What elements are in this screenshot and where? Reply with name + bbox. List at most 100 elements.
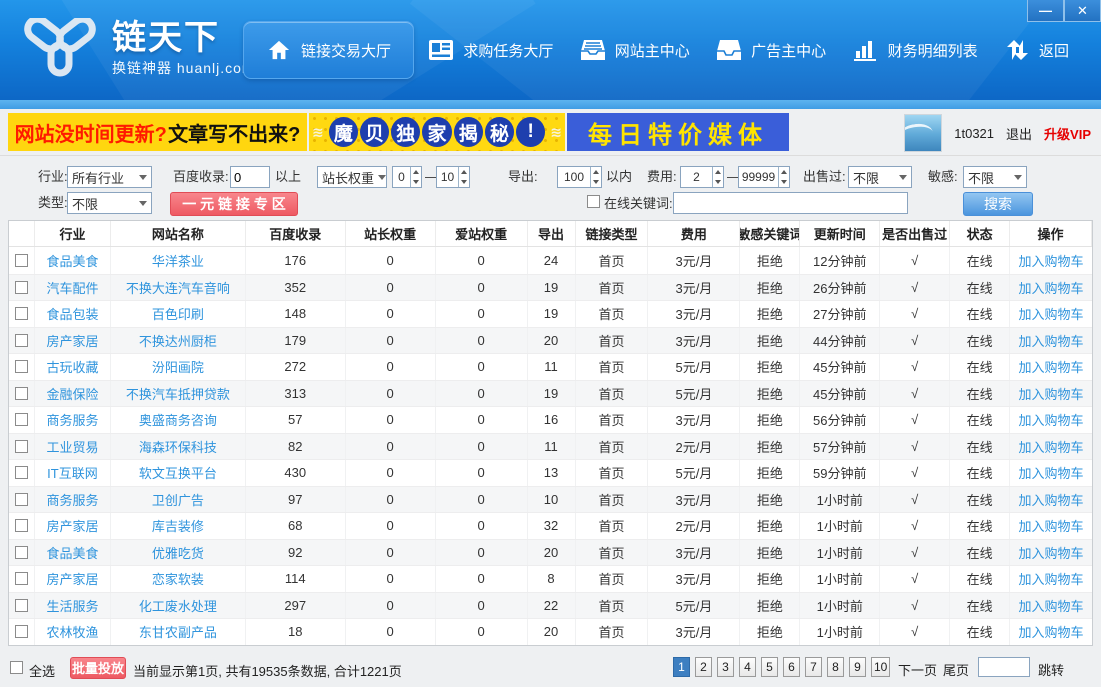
cell-site[interactable]: 奥盛商务咨询 xyxy=(111,407,246,433)
weight-select[interactable]: 站长权重 xyxy=(317,166,387,188)
cell-industry[interactable]: 汽车配件 xyxy=(35,275,111,301)
add-to-cart-link[interactable]: 加入购物车 xyxy=(1010,619,1092,645)
cell-industry[interactable]: 食品包装 xyxy=(35,301,111,327)
row-checkbox[interactable] xyxy=(15,387,28,400)
page-button-5[interactable]: 5 xyxy=(761,657,778,677)
upgrade-vip-link[interactable]: 升级VIP xyxy=(1044,124,1091,143)
export-spinner[interactable]: 100 xyxy=(557,166,602,188)
cell-site[interactable]: 不换达州厨柜 xyxy=(111,328,246,354)
cell-industry[interactable]: 工业贸易 xyxy=(35,434,111,460)
add-to-cart-link[interactable]: 加入购物车 xyxy=(1010,540,1092,566)
page-button-8[interactable]: 8 xyxy=(827,657,844,677)
page-button-7[interactable]: 7 xyxy=(805,657,822,677)
ad-banner-update[interactable]: 网站没时间更新? 文章写不出来? xyxy=(8,113,307,151)
page-button-3[interactable]: 3 xyxy=(717,657,734,677)
add-to-cart-link[interactable]: 加入购物车 xyxy=(1010,460,1092,486)
cell-site[interactable]: 化工废水处理 xyxy=(111,593,246,619)
cell-site[interactable]: 华洋茶业 xyxy=(111,247,246,274)
add-to-cart-link[interactable]: 加入购物车 xyxy=(1010,487,1092,513)
fee-max-spinner[interactable]: 99999 xyxy=(738,166,790,188)
cell-industry[interactable]: 金融保险 xyxy=(35,381,111,407)
select-all-checkbox[interactable] xyxy=(10,661,23,674)
cell-industry[interactable]: 房产家居 xyxy=(35,513,111,539)
row-checkbox[interactable] xyxy=(15,254,28,267)
fee-min-spinner[interactable]: 2 xyxy=(680,166,724,188)
jump-button[interactable]: 跳转 xyxy=(1038,660,1064,679)
row-checkbox[interactable] xyxy=(15,599,28,612)
row-checkbox[interactable] xyxy=(15,572,28,585)
add-to-cart-link[interactable]: 加入购物车 xyxy=(1010,301,1092,327)
cell-industry[interactable]: 房产家居 xyxy=(35,328,111,354)
cell-site[interactable]: 不换大连汽车音响 xyxy=(111,275,246,301)
add-to-cart-link[interactable]: 加入购物车 xyxy=(1010,354,1092,380)
batch-publish-button[interactable]: 批量投放 xyxy=(70,657,126,679)
close-button[interactable]: ✕ xyxy=(1064,0,1101,22)
cell-industry[interactable]: IT互联网 xyxy=(35,460,111,486)
cell-industry[interactable]: 商务服务 xyxy=(35,487,111,513)
nav-item-2[interactable]: 网站主中心 xyxy=(568,28,702,72)
cell-industry[interactable]: 商务服务 xyxy=(35,407,111,433)
cell-site[interactable]: 库吉装修 xyxy=(111,513,246,539)
add-to-cart-link[interactable]: 加入购物车 xyxy=(1010,381,1092,407)
logout-link[interactable]: 退出 xyxy=(1006,124,1032,143)
add-to-cart-link[interactable]: 加入购物车 xyxy=(1010,328,1092,354)
one-yuan-zone-button[interactable]: 一 元 链 接 专 区 xyxy=(170,192,298,216)
cell-industry[interactable]: 房产家居 xyxy=(35,566,111,592)
jump-page-input[interactable] xyxy=(978,657,1030,677)
row-checkbox[interactable] xyxy=(15,334,28,347)
cell-industry[interactable]: 食品美食 xyxy=(35,540,111,566)
page-button-9[interactable]: 9 xyxy=(849,657,866,677)
cell-site[interactable]: 汾阳画院 xyxy=(111,354,246,380)
minimize-button[interactable]: — xyxy=(1027,0,1064,22)
cell-site[interactable]: 软文互换平台 xyxy=(111,460,246,486)
add-to-cart-link[interactable]: 加入购物车 xyxy=(1010,566,1092,592)
cell-site[interactable]: 优雅吃货 xyxy=(111,540,246,566)
page-button-2[interactable]: 2 xyxy=(695,657,712,677)
row-checkbox[interactable] xyxy=(15,413,28,426)
add-to-cart-link[interactable]: 加入购物车 xyxy=(1010,275,1092,301)
row-checkbox[interactable] xyxy=(15,466,28,479)
page-button-4[interactable]: 4 xyxy=(739,657,756,677)
last-page-link[interactable]: 尾页 xyxy=(943,660,969,679)
search-button[interactable]: 搜索 xyxy=(963,192,1033,216)
nav-item-1[interactable]: 求购任务大厅 xyxy=(416,28,565,72)
keyword-input[interactable] xyxy=(673,192,908,214)
cell-site[interactable]: 不换汽车抵押贷款 xyxy=(111,381,246,407)
cell-industry[interactable]: 生活服务 xyxy=(35,593,111,619)
cell-industry[interactable]: 食品美食 xyxy=(35,247,111,274)
row-checkbox[interactable] xyxy=(15,546,28,559)
ad-banner-media[interactable]: 每日特价媒体 xyxy=(567,113,789,151)
nav-item-0[interactable]: 链接交易大厅 xyxy=(243,21,414,79)
add-to-cart-link[interactable]: 加入购物车 xyxy=(1010,593,1092,619)
cell-site[interactable]: 海森环保科技 xyxy=(111,434,246,460)
baidu-input[interactable] xyxy=(230,166,270,188)
nav-item-5[interactable]: 返回 xyxy=(992,28,1081,72)
row-checkbox[interactable] xyxy=(15,360,28,373)
cell-site[interactable]: 恋家软装 xyxy=(111,566,246,592)
nav-item-4[interactable]: 财务明细列表 xyxy=(841,28,990,72)
add-to-cart-link[interactable]: 加入购物车 xyxy=(1010,434,1092,460)
row-checkbox[interactable] xyxy=(15,440,28,453)
online-checkbox[interactable] xyxy=(587,195,600,208)
cell-industry[interactable]: 农林牧渔 xyxy=(35,619,111,645)
sold-select[interactable]: 不限 xyxy=(848,166,912,188)
page-button-1[interactable]: 1 xyxy=(673,657,690,677)
nav-item-3[interactable]: 广告主中心 xyxy=(704,28,838,72)
next-page-link[interactable]: 下一页 xyxy=(898,660,937,679)
cell-site[interactable]: 东甘农副产品 xyxy=(111,619,246,645)
cell-site[interactable]: 卫创广告 xyxy=(111,487,246,513)
industry-select[interactable]: 所有行业 xyxy=(67,166,152,188)
add-to-cart-link[interactable]: 加入购物车 xyxy=(1010,247,1092,274)
ad-banner-secret[interactable]: ≋魔贝独家揭秘!≋ xyxy=(309,113,565,151)
cell-site[interactable]: 百色印刷 xyxy=(111,301,246,327)
page-button-10[interactable]: 10 xyxy=(871,657,890,677)
row-checkbox[interactable] xyxy=(15,307,28,320)
weight-min-spinner[interactable]: 0 xyxy=(392,166,422,188)
cell-industry[interactable]: 古玩收藏 xyxy=(35,354,111,380)
row-checkbox[interactable] xyxy=(15,493,28,506)
page-button-6[interactable]: 6 xyxy=(783,657,800,677)
add-to-cart-link[interactable]: 加入购物车 xyxy=(1010,407,1092,433)
row-checkbox[interactable] xyxy=(15,625,28,638)
add-to-cart-link[interactable]: 加入购物车 xyxy=(1010,513,1092,539)
type-select[interactable]: 不限 xyxy=(67,192,152,214)
